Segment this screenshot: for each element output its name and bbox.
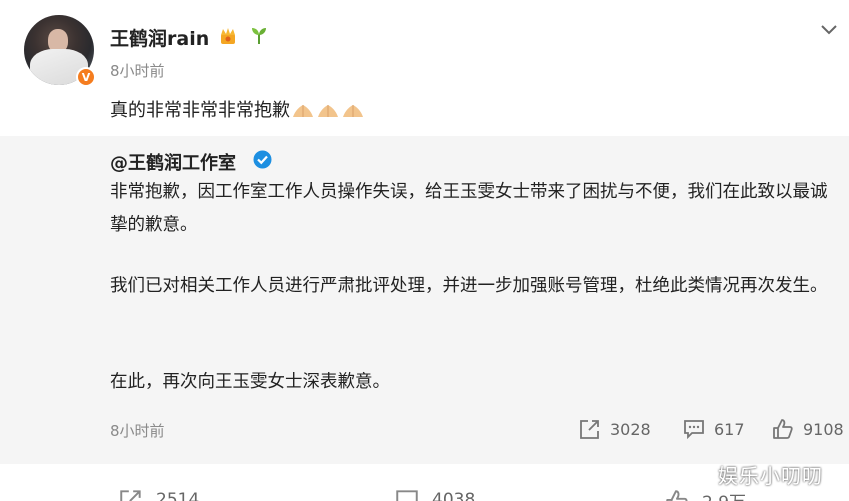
repost-comment-button[interactable]: 617 [682, 418, 745, 440]
repost-share-button[interactable]: 3028 [578, 418, 651, 440]
repost-share-count: 3028 [610, 419, 651, 439]
repost-like-button[interactable]: 9108 [771, 418, 844, 440]
repost-paragraph: 非常抱歉，因工作室工作人员操作失误，给王玉雯女士带来了困扰与不便，我们在此致以最… [110, 182, 828, 235]
watermark: 娱乐小叨叨 [718, 464, 823, 488]
chevron-down-icon[interactable] [818, 18, 840, 40]
pray-emoji-icon [318, 105, 338, 117]
repost-time[interactable]: 8小时前 [110, 420, 165, 441]
pray-emoji-icon [343, 105, 363, 117]
comment-icon [396, 490, 418, 501]
verified-blue-icon [253, 150, 272, 169]
repost-paragraph: 在此，再次向王玉雯女士深表歉意。 [110, 372, 390, 392]
share-icon [120, 490, 141, 501]
share-icon [580, 420, 599, 439]
repost-comment-count: 617 [714, 419, 745, 439]
username[interactable]: 王鹤润rain [110, 24, 209, 51]
post-text: 真的非常非常非常抱歉 [110, 96, 365, 122]
pray-emoji-icon [293, 105, 313, 117]
like-button[interactable]: 2.9万 [664, 488, 746, 501]
post-text-content: 真的非常非常非常抱歉 [110, 100, 290, 121]
repost-author[interactable]: @王鹤润工作室 [110, 149, 236, 175]
thumbs-up-icon [773, 419, 793, 439]
share-count: 2514 [156, 490, 200, 501]
comment-count: 4038 [432, 490, 476, 501]
crown-badge-icon [221, 28, 235, 44]
repost-like-count: 9108 [803, 419, 844, 439]
sprout-badge-icon [252, 28, 266, 44]
comment-icon [684, 420, 704, 440]
thumbs-up-icon [666, 489, 688, 501]
like-count: 2.9万 [702, 488, 746, 501]
verified-user-badge-icon: V [76, 67, 96, 87]
share-button[interactable]: 2514 [118, 488, 199, 501]
repost-card[interactable]: @王鹤润工作室 非常抱歉，因工作室工作人员操作失误，给王玉雯女士带来了困扰与不便… [0, 136, 849, 464]
weibo-post: V 王鹤润rain 8小时前 真的非常非常非常抱歉 @王鹤润工作室 非常抱歉，因… [0, 0, 849, 501]
repost-paragraph: 我们已对相关工作人员进行严肃批评处理，并进一步加强账号管理，杜绝此类情况再次发生… [110, 276, 828, 296]
comment-button[interactable]: 4038 [394, 488, 475, 501]
post-time[interactable]: 8小时前 [110, 60, 165, 81]
